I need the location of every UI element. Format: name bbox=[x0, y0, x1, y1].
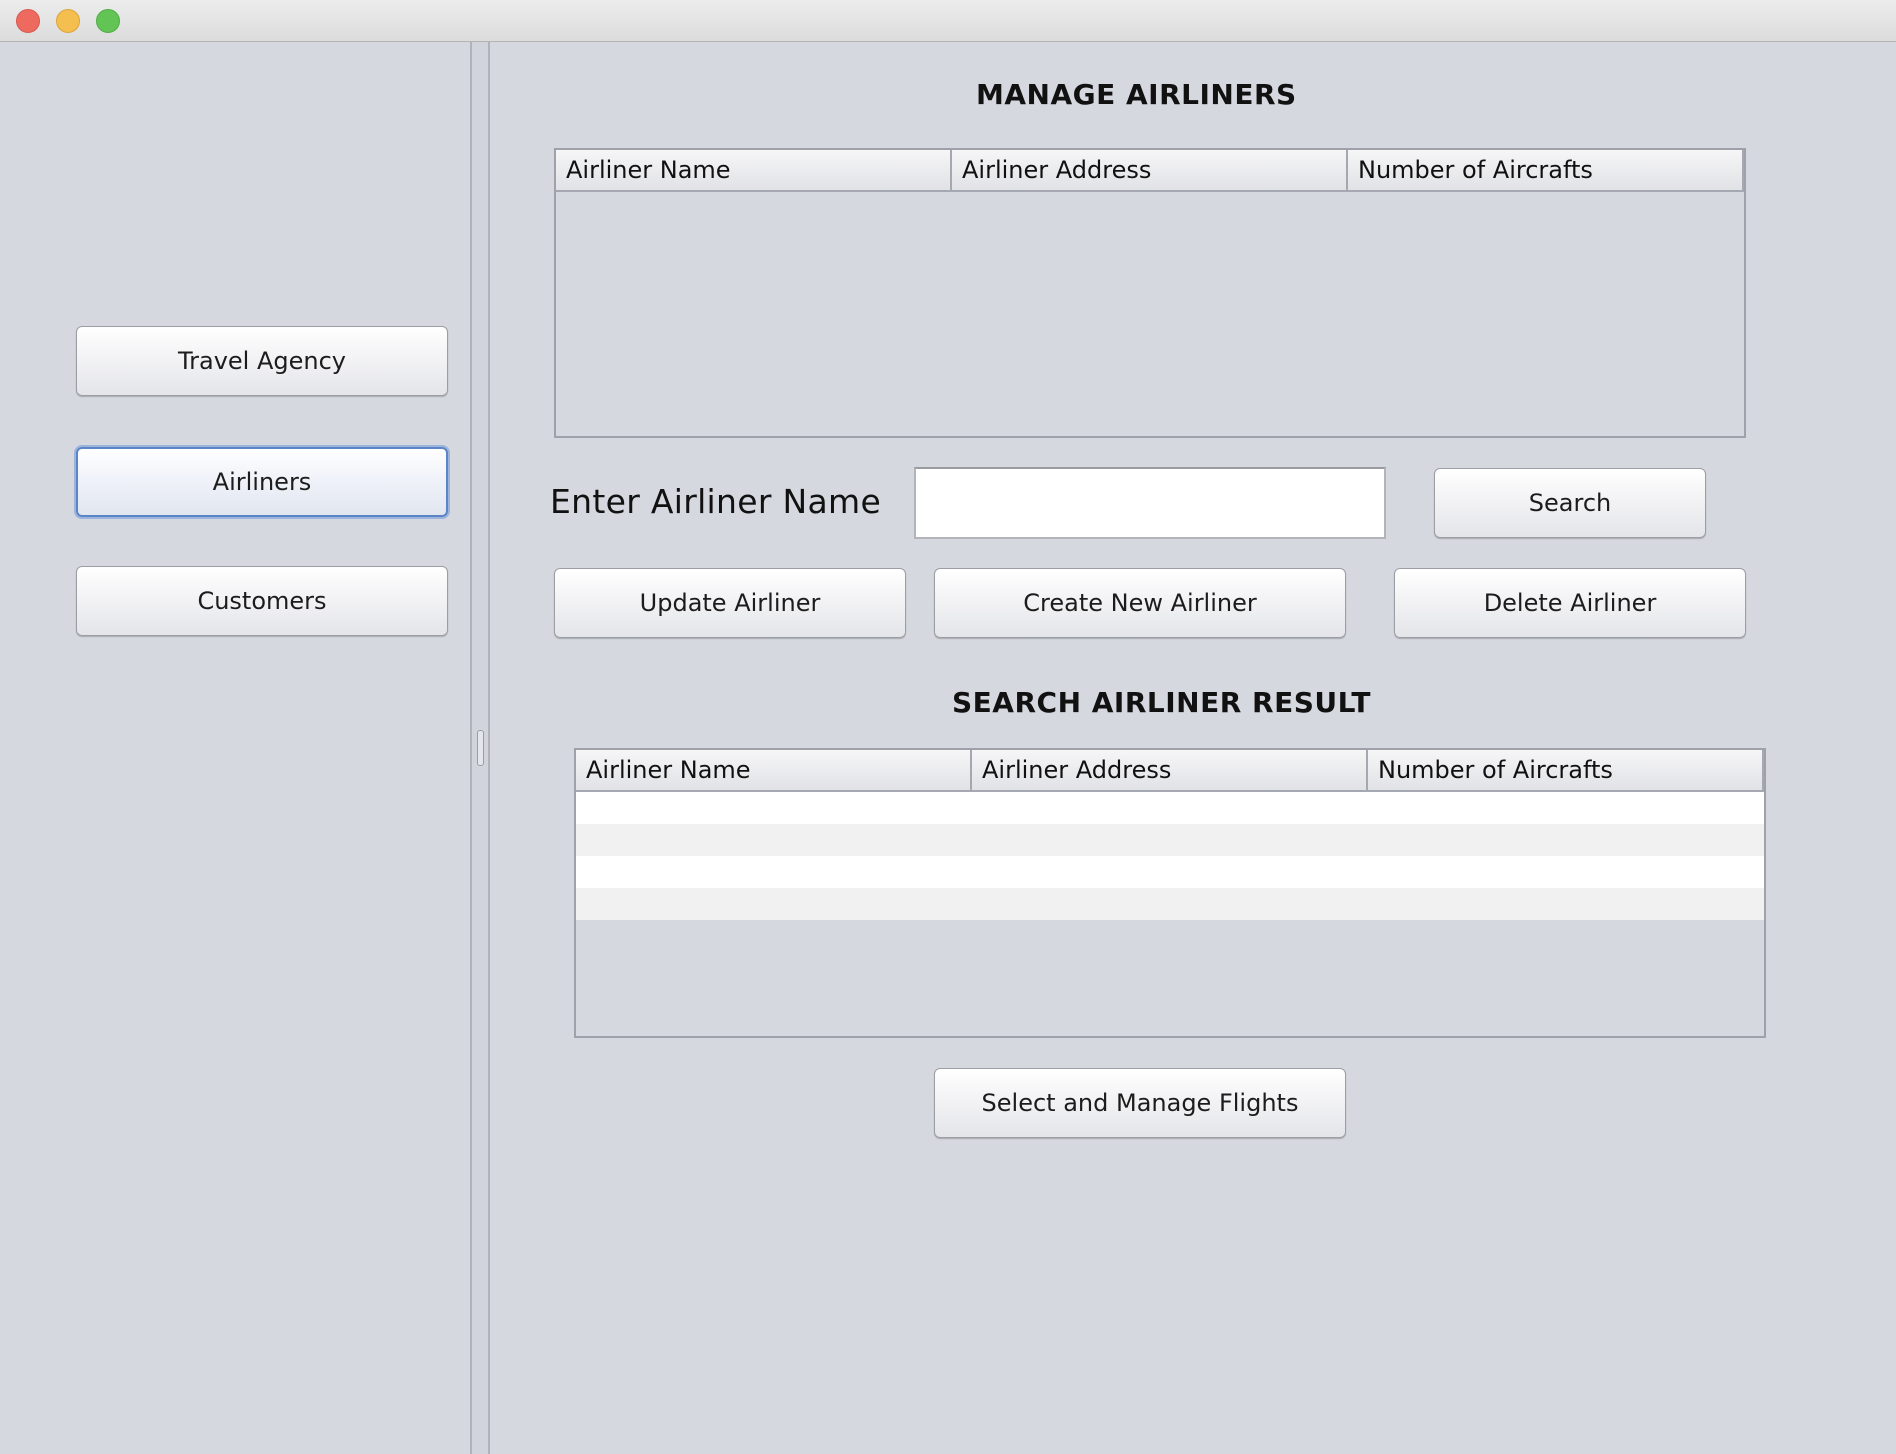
divider-grip-icon[interactable] bbox=[477, 730, 484, 766]
search-result-table[interactable]: Airliner Name Airliner Address Number of… bbox=[574, 748, 1766, 1038]
update-airliner-button[interactable]: Update Airliner bbox=[554, 568, 906, 638]
column-header-number-of-aircrafts[interactable]: Number of Aircrafts bbox=[1368, 750, 1764, 790]
select-and-manage-flights-button[interactable]: Select and Manage Flights bbox=[934, 1068, 1346, 1138]
column-header-airliner-name[interactable]: Airliner Name bbox=[576, 750, 972, 790]
search-label: Enter Airliner Name bbox=[550, 482, 882, 521]
split-pane-divider[interactable] bbox=[470, 42, 490, 1454]
table-row[interactable] bbox=[576, 824, 1764, 856]
table-row[interactable] bbox=[576, 888, 1764, 920]
airliner-name-search-input[interactable] bbox=[914, 467, 1386, 539]
minimize-window-icon[interactable] bbox=[56, 9, 80, 33]
app-window: Travel Agency Airliners Customers MANAGE… bbox=[0, 0, 1896, 1454]
column-header-airliner-address[interactable]: Airliner Address bbox=[952, 150, 1348, 190]
title-bar bbox=[0, 0, 1896, 42]
airliners-button[interactable]: Airliners bbox=[76, 447, 448, 517]
delete-airliner-button[interactable]: Delete Airliner bbox=[1394, 568, 1746, 638]
column-header-number-of-aircrafts[interactable]: Number of Aircrafts bbox=[1348, 150, 1744, 190]
maximize-window-icon[interactable] bbox=[96, 9, 120, 33]
content-area: Travel Agency Airliners Customers MANAGE… bbox=[0, 42, 1896, 1454]
page-title: MANAGE AIRLINERS bbox=[976, 78, 1297, 111]
search-result-title: SEARCH AIRLINER RESULT bbox=[952, 686, 1371, 719]
close-window-icon[interactable] bbox=[16, 9, 40, 33]
table-header: Airliner Name Airliner Address Number of… bbox=[556, 150, 1744, 192]
create-new-airliner-button[interactable]: Create New Airliner bbox=[934, 568, 1346, 638]
airliners-table[interactable]: Airliner Name Airliner Address Number of… bbox=[554, 148, 1746, 438]
column-header-airliner-name[interactable]: Airliner Name bbox=[556, 150, 952, 190]
sidebar: Travel Agency Airliners Customers bbox=[0, 42, 470, 1454]
table-row[interactable] bbox=[576, 792, 1764, 824]
table-row[interactable] bbox=[576, 856, 1764, 888]
main-panel: MANAGE AIRLINERS Airliner Name Airliner … bbox=[490, 42, 1896, 1454]
travel-agency-button[interactable]: Travel Agency bbox=[76, 326, 448, 396]
customers-button[interactable]: Customers bbox=[76, 566, 448, 636]
table-header: Airliner Name Airliner Address Number of… bbox=[576, 750, 1764, 792]
column-header-airliner-address[interactable]: Airliner Address bbox=[972, 750, 1368, 790]
search-button[interactable]: Search bbox=[1434, 468, 1706, 538]
